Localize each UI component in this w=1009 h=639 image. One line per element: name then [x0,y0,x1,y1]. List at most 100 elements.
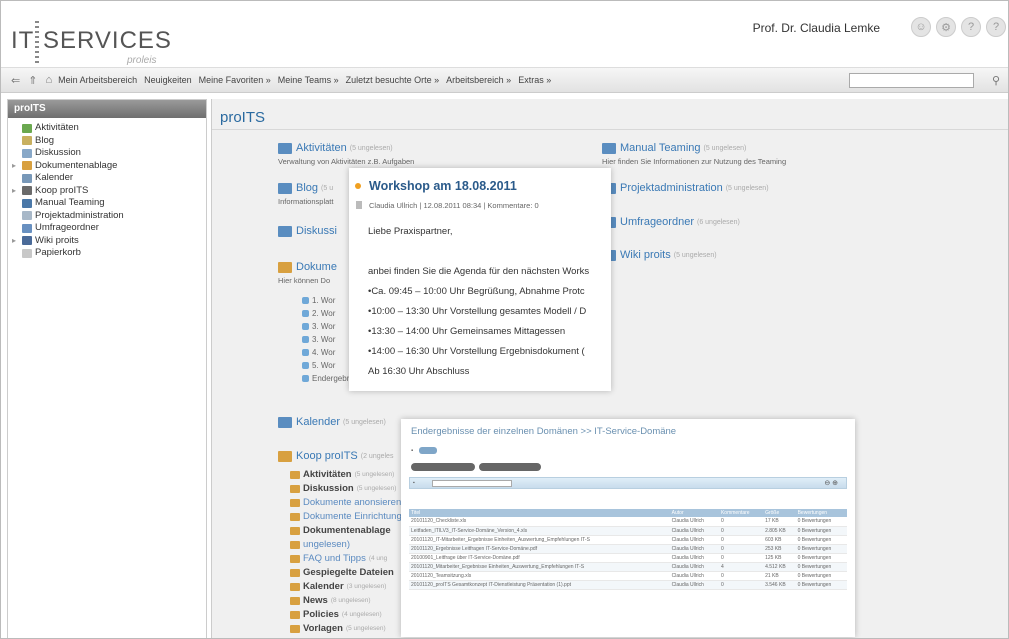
document-subitem[interactable]: 3. Wor [302,335,335,344]
folder-icon [278,416,292,428]
document-subitem[interactable]: 1. Wor [302,296,335,305]
koop-subitem[interactable]: ungelesen) [290,539,353,550]
entry-manual-teaming[interactable]: Manual Teaming (5 ungelesen) [602,142,746,154]
toolbar-item-recent[interactable]: Zuletzt besuchte Orte » [346,75,440,85]
logo-subtitle: proleis [127,55,157,66]
post-title[interactable]: Workshop am 18.08.2011 [369,179,517,193]
entry-blog[interactable]: Blog (5 u [278,182,333,194]
sidebar-item[interactable]: Diskussion [12,147,206,160]
up-icon[interactable]: ⇑ [28,74,37,87]
toolbar-item-area[interactable]: Arbeitsbereich » [446,75,511,85]
folder-icon [290,540,300,549]
table-cell: Claudia Ullrich [669,562,719,572]
folder-icon [278,261,292,273]
document-subitem[interactable]: 2. Wor [302,309,335,318]
folder-icon [278,142,292,154]
toolbar-item-teams[interactable]: Meine Teams » [278,75,339,85]
toolbar-item-favorites[interactable]: Meine Favoriten » [199,75,271,85]
folder-icon [290,596,300,605]
sidebar-item[interactable]: Manual Teaming [12,197,206,210]
search-icon[interactable]: ⚲ [992,74,1000,87]
toolbar-item-news[interactable]: Neuigkeiten [144,75,192,85]
home-icon[interactable]: ⌂ [45,74,52,87]
koop-subitem[interactable]: News (8 ungelesen) [290,595,371,606]
koop-subitem[interactable]: Dokumente Einrichtung [290,511,405,522]
sidebar-item-label: Projektadministration [35,209,124,221]
document-icon [302,336,309,343]
document-subitem[interactable]: 5. Wor [302,361,335,370]
table-cell: 0 Bewertungen [795,544,847,554]
entry-kalender[interactable]: Kalender (5 ungelesen) [278,416,386,428]
table-cell: 4.512 KB [763,562,796,572]
koop-subitem[interactable]: FAQ und Tipps (4 ung [290,553,387,564]
entry-umfrageordner[interactable]: Umfrageordner (6 ungelesen) [602,216,740,228]
user-icon[interactable]: ☺ [911,17,931,37]
entry-diskussion[interactable]: Diskussi [278,225,337,237]
entry-projektadministration[interactable]: Projektadministration (5 ungelesen) [602,182,769,194]
sidebar-item[interactable]: ▸ Dokumentenablage [12,160,206,173]
koop-subitem[interactable]: Dokumentenablage [290,525,394,536]
table-row[interactable]: 20101120_Teamsitzung.xls Claudia Ullrich 0… [409,571,847,581]
help-icon[interactable]: ? [961,17,981,37]
toolbar-item-extras[interactable]: Extras » [518,75,551,85]
folder-icon [22,211,32,221]
search-input[interactable] [849,73,974,88]
inset-pager-icon[interactable]: ⊖ ⊕ [824,479,838,487]
table-cell: 21 KB [763,571,796,581]
entry-dokumente[interactable]: Dokume [278,261,337,273]
expand-icon: ▸ [12,160,17,170]
page-title: proITS [220,109,266,126]
gear-icon[interactable]: ⚙ [936,17,956,37]
table-header-cell[interactable]: Titel [409,509,670,517]
toolbar-item-workspace[interactable]: Mein Arbeitsbereich [58,75,137,85]
entry-aktivitaeten[interactable]: Aktivitäten (5 ungelesen) [278,142,393,154]
entry-label: Kalender [296,416,341,428]
folder-icon [290,582,300,591]
document-subitem-label: 1. Wor [312,296,336,305]
sidebar-item[interactable]: Kalender [12,172,206,185]
table-header-cell[interactable]: Autor [669,509,719,517]
info-icon[interactable]: ? [986,17,1006,37]
entry-wiki[interactable]: Wiki proits (5 ungelesen) [602,249,717,261]
back-icon[interactable]: ⇐ [11,74,20,87]
inset-tab[interactable] [479,463,541,471]
table-row[interactable]: Leitfaden_ITILV3_IT-Service-Domäne_Versi… [409,526,847,536]
document-subitem[interactable]: 4. Wor [302,348,335,357]
table-header-cell[interactable]: Größe [763,509,796,517]
user-name[interactable]: Prof. Dr. Claudia Lemke [753,21,880,35]
koop-subitem[interactable]: Diskussion (5 ungelesen) [290,483,396,494]
sidebar-item[interactable]: ▸ Koop proITS [12,185,206,198]
inset-filter-row: ▪ [411,447,438,454]
sidebar-item[interactable]: ▸ Wiki proits [12,235,206,248]
folder-icon [22,123,32,133]
table-row[interactable]: 20101120_IT-Mitarbeiter_Ergebnisse Einhe… [409,535,847,545]
inset-filter-input[interactable] [432,480,512,487]
document-icon [302,310,309,317]
document-subitem[interactable]: 3. Wor [302,322,335,331]
sidebar-item[interactable]: Papierkorb [12,247,206,260]
koop-subitem[interactable]: Vorlagen (5 ungelesen) [290,623,386,634]
table-row[interactable]: 20101120_Mitarbeiter_Ergebnisse Einheite… [409,562,847,572]
inset-tab[interactable] [411,463,475,471]
koop-subitem[interactable]: Kalender (3 ungelesen) [290,581,386,592]
sidebar-item[interactable]: Blog [12,135,206,148]
koop-subitem[interactable]: Aktivitäten (5 ungelesen) [290,469,394,480]
table-header-cell[interactable]: Kommentare [718,509,764,517]
folder-icon [22,186,32,196]
sidebar-item[interactable]: Projektadministration [12,210,206,223]
koop-subitem[interactable]: Gespiegelte Dateien [290,567,397,578]
koop-subitem[interactable]: Policies (4 ungelesen) [290,609,382,620]
table-row[interactable]: 20101120_Ergebnisse Leitfragen IT-Servic… [409,544,847,554]
sidebar-title: proITS [8,100,206,118]
sidebar-item[interactable]: Umfrageordner [12,222,206,235]
table-row[interactable]: 20100901_Leitfrage über IT-Service-Domän… [409,553,847,563]
expand-icon: ▸ [12,235,17,245]
koop-subitem[interactable]: Dokumente anonsieren [290,497,404,508]
table-row[interactable]: 20101120_proITS Gesamtkonzept IT-Dienstl… [409,580,847,590]
entry-label: Diskussi [296,225,337,237]
table-header-cell[interactable]: Bewertungen [795,509,847,517]
inset-filter-button[interactable] [419,447,438,454]
table-row[interactable]: 20101120_Checkliste.xls Claudia Ullrich 0 1… [409,517,847,527]
entry-koop[interactable]: Koop proITS (2 ungeles [278,450,393,462]
sidebar-item[interactable]: Aktivitäten [12,122,206,135]
